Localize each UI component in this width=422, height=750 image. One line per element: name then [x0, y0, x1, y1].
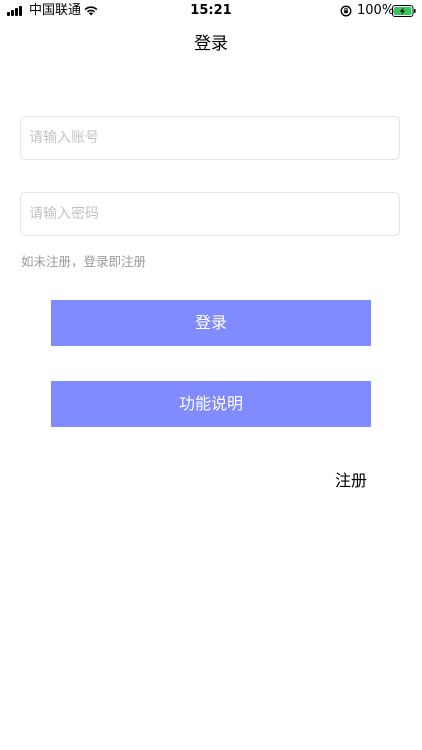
login-button[interactable]: 登录 — [51, 300, 371, 346]
feature-description-button[interactable]: 功能说明 — [51, 381, 371, 427]
register-link[interactable]: 注册 — [335, 471, 367, 491]
page-title: 登录 — [194, 34, 228, 54]
account-input[interactable] — [20, 116, 400, 160]
password-input[interactable] — [20, 192, 400, 236]
battery-charging-icon — [392, 5, 416, 17]
battery-percentage: 100% — [357, 3, 395, 18]
orientation-lock-icon — [340, 5, 352, 17]
status-bar: 中国联通 15:21 100% — [0, 0, 422, 22]
register-hint: 如未注册，登录即注册 — [21, 254, 147, 269]
